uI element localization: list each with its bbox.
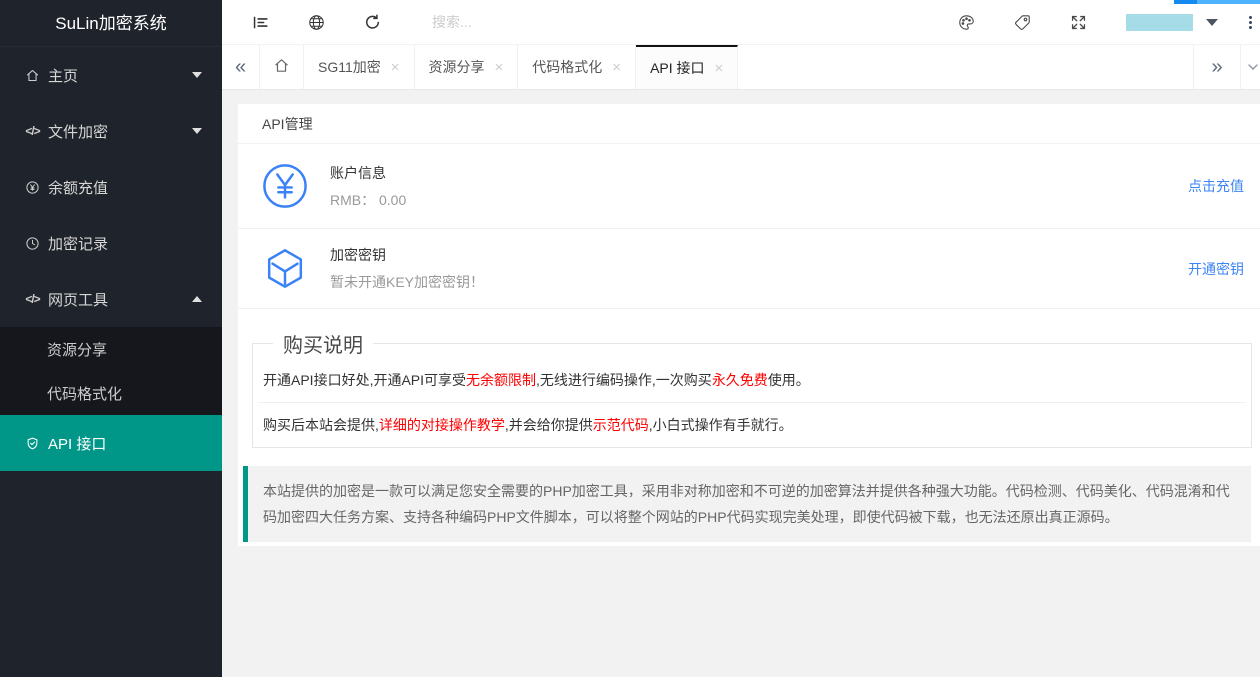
chevron-down-icon[interactable] <box>1206 19 1218 26</box>
search-box <box>432 14 712 30</box>
sidebar-item-label: 网页工具 <box>48 289 108 310</box>
shield-check-icon <box>25 435 40 451</box>
tab-sg11[interactable]: SG11加密 × <box>304 45 415 89</box>
sidebar-item-label: 代码格式化 <box>47 383 122 404</box>
purchase-instructions-fieldset: 购买说明 开通API接口好处,开通API可享受无余额限制,无线进行编码操作,一次… <box>252 329 1252 448</box>
chevron-up-icon <box>192 296 202 302</box>
sidebar-item-encrypt-records[interactable]: 加密记录 <box>0 215 222 271</box>
tab-label: 资源分享 <box>429 57 485 77</box>
tab-api[interactable]: API 接口 × <box>636 45 738 89</box>
account-info-title: 账户信息 <box>330 163 406 183</box>
sidebar-item-file-encrypt[interactable]: </> 文件加密 <box>0 103 222 159</box>
close-icon[interactable]: × <box>612 60 621 75</box>
tab-actions-dropdown[interactable] <box>1240 45 1260 89</box>
tab-home[interactable] <box>260 45 304 89</box>
tabbar-spacer <box>738 45 1193 89</box>
sidebar-item-label: API 接口 <box>48 433 106 454</box>
navbar-left <box>222 0 712 44</box>
home-icon <box>273 57 290 77</box>
sidebar-item-label: 资源分享 <box>47 339 107 360</box>
code-icon: </> <box>25 291 40 307</box>
chevron-down-icon <box>1245 59 1260 75</box>
tab-label: SG11加密 <box>318 57 381 77</box>
collapse-menu-icon[interactable] <box>242 0 278 44</box>
home-icon <box>25 67 40 83</box>
purchase-line-2: 购买后本站会提供,详细的对接操作教学,并会给你提供示范代码,小白式操作有手就行。 <box>258 402 1246 447</box>
api-management-card: API管理 账户信息 RMB： 0.00 点击充值 <box>238 104 1260 546</box>
tab-code-format[interactable]: 代码格式化 × <box>518 45 636 89</box>
encrypt-key-status: 暂未开通KEY加密密钥！ <box>330 272 484 292</box>
sidebar-item-api[interactable]: API 接口 <box>0 415 222 471</box>
account-info-text: 账户信息 RMB： 0.00 <box>330 163 406 210</box>
tab-bar: « SG11加密 × 资源分享 × 代码格式化 × API 接口 × <box>222 45 1260 90</box>
product-description-quote: 本站提供的加密是一款可以满足您安全需要的PHP加密工具，采用非对称加密和不可逆的… <box>243 466 1251 542</box>
purchase-line-1: 开通API接口好处,开通API可享受无余额限制,无线进行编码操作,一次购买永久免… <box>258 358 1246 402</box>
user-name-block[interactable] <box>1126 14 1193 31</box>
tab-label: API 接口 <box>650 58 704 78</box>
sidebar-item-web-tools[interactable]: </> 网页工具 <box>0 271 222 327</box>
chevron-down-icon <box>192 72 202 78</box>
code-icon: </> <box>25 123 40 139</box>
tabs-scroll-right-button[interactable]: » <box>1193 45 1240 89</box>
sidebar-item-resource-share[interactable]: 资源分享 <box>0 327 222 371</box>
sidebar-submenu-web-tools: 资源分享 代码格式化 API 接口 <box>0 327 222 471</box>
recharge-link[interactable]: 点击充值 <box>1188 176 1244 196</box>
chevron-down-icon <box>192 128 202 134</box>
sidebar-item-label: 文件加密 <box>48 121 108 142</box>
fullscreen-icon[interactable] <box>1060 0 1096 44</box>
sidebar-item-code-format[interactable]: 代码格式化 <box>0 371 222 415</box>
open-key-link[interactable]: 开通密钥 <box>1188 259 1244 279</box>
yen-circle-icon <box>262 163 308 209</box>
sidebar-item-label: 余额充值 <box>48 177 108 198</box>
search-input[interactable] <box>432 14 712 30</box>
sidebar-item-label: 主页 <box>48 65 78 86</box>
purchase-instructions-legend: 购买说明 <box>273 329 373 358</box>
sidebar-item-balance-recharge[interactable]: 余额充值 <box>0 159 222 215</box>
globe-icon[interactable] <box>298 0 334 44</box>
palette-icon[interactable] <box>948 0 984 44</box>
sidebar-item-home[interactable]: 主页 <box>0 47 222 103</box>
main-area: « SG11加密 × 资源分享 × 代码格式化 × API 接口 × <box>222 0 1260 677</box>
sidebar: SuLin加密系统 主页 </> 文件加密 余额充值 加密记录 <box>0 0 222 677</box>
page-title: API管理 <box>238 104 1260 144</box>
top-navbar <box>222 0 1260 45</box>
sidebar-item-label: 加密记录 <box>48 233 108 254</box>
more-vertical-icon[interactable] <box>1240 16 1260 29</box>
encrypt-key-text: 加密密钥 暂未开通KEY加密密钥！ <box>330 245 484 292</box>
close-icon[interactable]: × <box>391 60 400 75</box>
yen-circle-icon <box>25 179 40 195</box>
account-info-row: 账户信息 RMB： 0.00 点击充值 <box>238 144 1260 229</box>
cube-icon <box>262 246 308 292</box>
encrypt-key-title: 加密密钥 <box>330 245 484 265</box>
app-title: SuLin加密系统 <box>0 0 222 47</box>
tag-icon[interactable] <box>1004 0 1040 44</box>
tabs-scroll-left-button[interactable]: « <box>222 45 260 89</box>
close-icon[interactable]: × <box>715 61 724 76</box>
navbar-right <box>928 0 1260 44</box>
refresh-icon[interactable] <box>354 0 390 44</box>
tab-resource-share[interactable]: 资源分享 × <box>415 45 519 89</box>
close-icon[interactable]: × <box>495 60 504 75</box>
tab-label: 代码格式化 <box>532 57 602 77</box>
loading-progress-bar <box>1174 0 1260 4</box>
account-balance: RMB： 0.00 <box>330 190 406 210</box>
encrypt-key-row: 加密密钥 暂未开通KEY加密密钥！ 开通密钥 <box>238 229 1260 309</box>
app-window: SuLin加密系统 主页 </> 文件加密 余额充值 加密记录 <box>0 0 1260 677</box>
content-area: API管理 账户信息 RMB： 0.00 点击充值 <box>222 90 1260 677</box>
clock-icon <box>25 235 40 251</box>
